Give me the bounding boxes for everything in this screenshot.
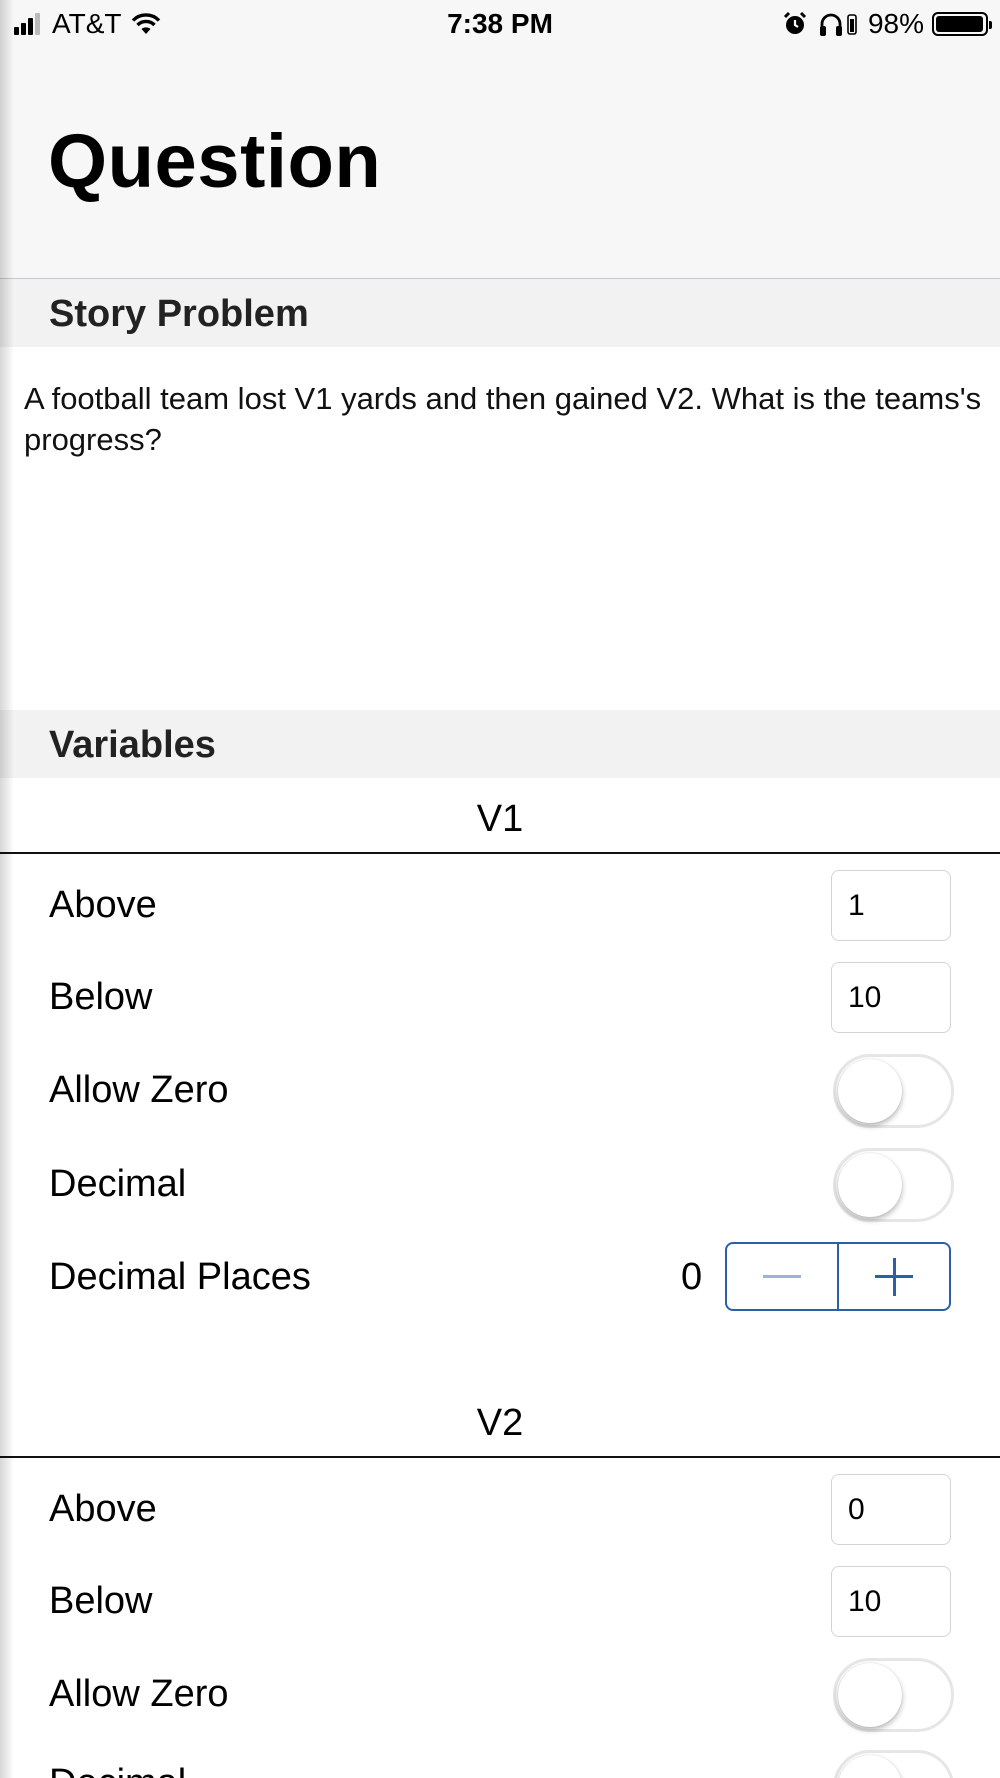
v2-below-field[interactable]: 10 <box>831 1566 951 1637</box>
v1-above-field[interactable]: 1 <box>831 870 951 941</box>
section-header-story: Story Problem <box>0 279 1000 347</box>
v1-below-field[interactable]: 10 <box>831 962 951 1033</box>
battery-percent: 98% <box>867 8 924 39</box>
toggle-knob <box>838 1663 902 1727</box>
toggle-knob <box>838 1755 902 1778</box>
status-right: 98% <box>782 8 992 40</box>
v1-decimal-toggle[interactable] <box>833 1148 954 1222</box>
variable-title-v1: V1 <box>476 798 524 840</box>
allow-zero-label: Allow Zero <box>49 1069 229 1111</box>
allow-zero-label: Allow Zero <box>49 1673 229 1715</box>
status-bar: AT&T 7:38 PM 98% <box>0 0 1000 50</box>
v2-decimal-toggle[interactable] <box>833 1750 954 1778</box>
plus-icon-vertical <box>892 1257 896 1296</box>
screen: AT&T 7:38 PM 98% Question Story Problem … <box>0 0 1000 1778</box>
story-text[interactable]: A football team lost V1 yards and then g… <box>24 378 984 460</box>
v2-allow-zero-toggle[interactable] <box>833 1658 954 1732</box>
decrement-button[interactable] <box>727 1244 837 1309</box>
toggle-knob <box>838 1153 902 1217</box>
above-label: Above <box>49 1488 157 1530</box>
headphone-battery-icon <box>847 14 857 35</box>
decimal-places-value: 0 <box>681 1256 703 1298</box>
above-label: Above <box>49 884 157 926</box>
v2-above-field[interactable]: 0 <box>831 1474 951 1545</box>
minus-icon <box>763 1275 801 1278</box>
toggle-knob <box>838 1059 902 1123</box>
below-label: Below <box>49 1580 153 1622</box>
divider <box>0 852 1000 854</box>
battery-nub <box>989 21 992 29</box>
battery-icon <box>932 12 992 36</box>
decimal-label: Decimal <box>49 1163 187 1205</box>
alarm-icon <box>783 11 807 34</box>
section-header-label: Variables <box>49 724 216 766</box>
decimal-places-stepper <box>725 1242 951 1311</box>
decimal-label: Decimal <box>49 1762 186 1778</box>
variable-title-v2: V2 <box>476 1402 524 1444</box>
section-header-label: Story Problem <box>49 293 309 335</box>
battery-fill <box>936 16 983 32</box>
page-title: Question <box>48 119 382 204</box>
divider <box>0 1456 1000 1458</box>
below-label: Below <box>49 976 153 1018</box>
headphones-icon <box>819 13 842 36</box>
section-header-variables: Variables <box>0 710 1000 778</box>
decimal-places-label: Decimal Places <box>49 1256 311 1298</box>
v1-allow-zero-toggle[interactable] <box>833 1054 954 1128</box>
increment-button[interactable] <box>837 1244 949 1309</box>
